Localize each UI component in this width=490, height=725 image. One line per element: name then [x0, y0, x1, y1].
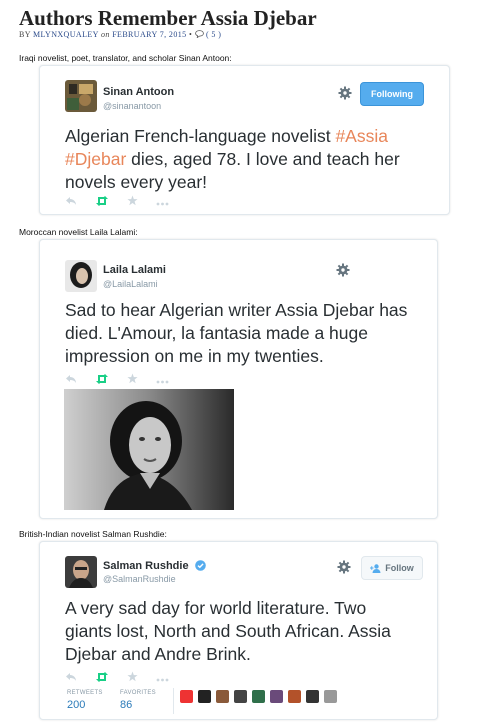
post-title[interactable]: Authors Remember Assia Djebar: [19, 6, 317, 31]
embedded-tweet-laila-lalami[interactable]: Laila Lalami @LailaLalami Sad to hear Al…: [39, 239, 438, 519]
author-handle[interactable]: @sinanantoon: [103, 101, 161, 111]
retweet-icon[interactable]: [95, 193, 109, 211]
retweets-label: RETWEETS: [67, 690, 103, 696]
gear-icon[interactable]: [336, 263, 350, 277]
gear-icon[interactable]: [337, 560, 351, 574]
hashtag-djebar[interactable]: #Djebar: [65, 149, 126, 169]
favoriter-avatar[interactable]: [306, 690, 319, 703]
favorite-star-icon[interactable]: [127, 193, 138, 211]
more-dots-icon[interactable]: [156, 193, 169, 211]
tweet-photo[interactable]: [64, 389, 234, 510]
byline-on: on: [100, 30, 110, 39]
reply-icon[interactable]: [65, 371, 77, 389]
favoriter-avatar[interactable]: [288, 690, 301, 703]
date-link[interactable]: FEBRUARY 7, 2015: [112, 30, 186, 39]
tweet-text: A very sad day for world literature. Two…: [65, 598, 391, 664]
follow-button-label: Follow: [385, 563, 414, 573]
tweet-actions: [65, 193, 187, 211]
avatar[interactable]: [65, 80, 97, 112]
byline-prefix: BY: [19, 30, 31, 39]
tweet-text: Sad to hear Algerian writer Assia Djebar…: [65, 300, 408, 366]
hashtag-assia[interactable]: #Assia: [335, 126, 388, 146]
stats-divider: [173, 688, 174, 714]
tweet-actions: [65, 371, 187, 389]
author-name[interactable]: Sinan Antoon: [103, 86, 174, 98]
favoriter-avatar[interactable]: [180, 690, 193, 703]
more-dots-icon[interactable]: [156, 371, 169, 389]
retweets-stat[interactable]: RETWEETS 200: [67, 690, 103, 711]
favoriter-avatar[interactable]: [324, 690, 337, 703]
reply-icon[interactable]: [65, 669, 77, 687]
caption-sinan-antoon: Iraqi novelist, poet, translator, and sc…: [19, 53, 232, 63]
caption-salman-rushdie: British-Indian novelist Salman Rushdie:: [19, 529, 167, 539]
favorites-count: 86: [120, 699, 133, 711]
byline-bullet: •: [188, 30, 193, 39]
following-button[interactable]: Following: [360, 82, 424, 106]
favoriter-avatar[interactable]: [198, 690, 211, 703]
comments-count-link[interactable]: ( 5 ): [206, 30, 221, 39]
embedded-tweet-sinan-antoon[interactable]: Sinan Antoon @sinanantoon Following Alge…: [39, 65, 450, 215]
comment-icon[interactable]: [194, 30, 204, 39]
author-handle[interactable]: @SalmanRushdie: [103, 574, 176, 584]
retweet-icon[interactable]: [95, 371, 109, 389]
more-dots-icon[interactable]: [156, 669, 169, 687]
favoriter-avatar[interactable]: [270, 690, 283, 703]
tweet-actions: [65, 669, 187, 687]
reply-icon[interactable]: [65, 193, 77, 211]
post-byline: BY MLYNXQUALEY on FEBRUARY 7, 2015 • ( 5…: [19, 30, 221, 39]
tweet-text: Algerian French-language novelist #Assia…: [65, 125, 435, 194]
avatar[interactable]: [65, 260, 97, 292]
favoriter-avatar[interactable]: [252, 690, 265, 703]
avatar[interactable]: [65, 556, 97, 588]
verified-badge-icon: [195, 560, 206, 571]
author-name[interactable]: Laila Lalami: [103, 264, 166, 276]
favoriter-avatar[interactable]: [216, 690, 229, 703]
favorite-star-icon[interactable]: [127, 371, 138, 389]
caption-laila-lalami: Moroccan novelist Laila Lalami:: [19, 227, 138, 237]
author-link[interactable]: MLYNXQUALEY: [33, 30, 99, 39]
favorites-label: FAVORITES: [120, 690, 156, 696]
favoriter-avatar[interactable]: [234, 690, 247, 703]
retweets-count: 200: [67, 699, 86, 711]
favorite-star-icon[interactable]: [127, 669, 138, 687]
follow-button[interactable]: Follow: [361, 556, 423, 580]
retweet-icon[interactable]: [95, 669, 109, 687]
tweet-text-part: Algerian French-language novelist: [65, 126, 336, 146]
author-handle[interactable]: @LailaLalami: [103, 279, 158, 289]
follow-user-icon: [370, 563, 381, 573]
gear-icon[interactable]: [338, 86, 352, 100]
favorites-stat[interactable]: FAVORITES 86: [120, 690, 156, 711]
author-name[interactable]: Salman Rushdie: [103, 560, 189, 572]
